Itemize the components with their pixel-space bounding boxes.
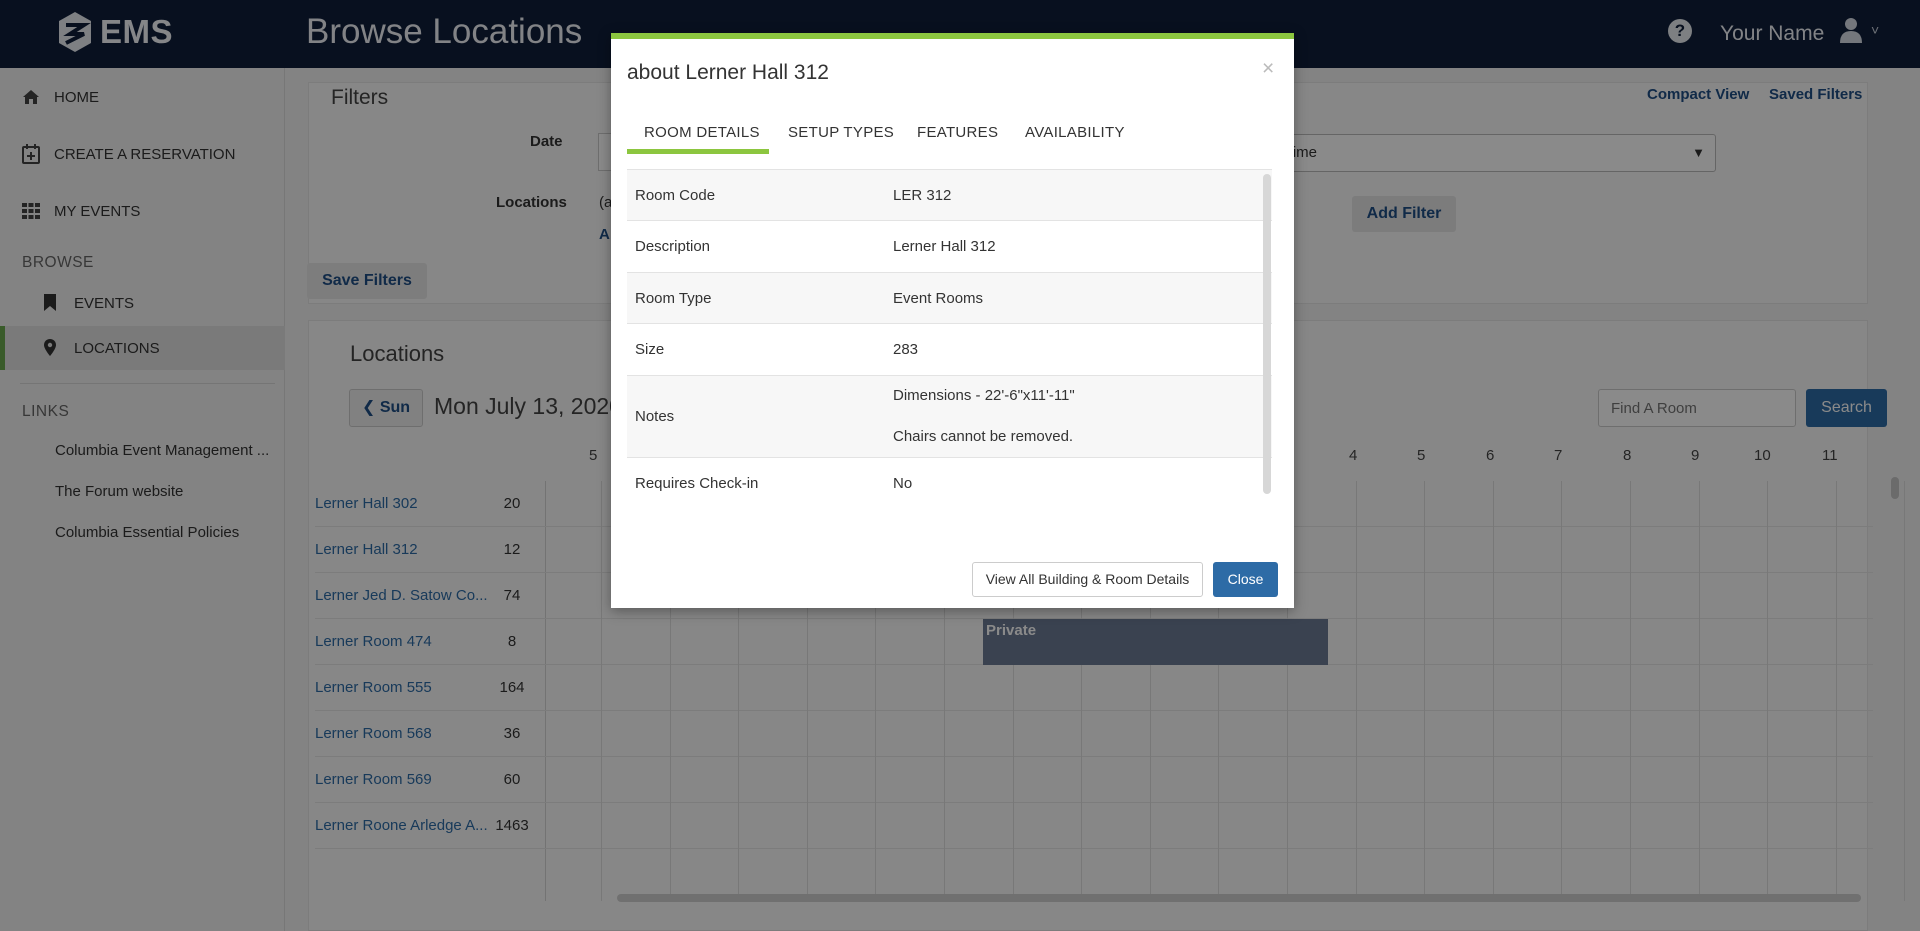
modal-title: about Lerner Hall 312 <box>627 61 829 84</box>
detail-label: Size <box>635 341 665 358</box>
detail-row-room-type: Room Type Event Rooms <box>627 273 1272 324</box>
tab-setup-types[interactable]: SETUP TYPES <box>788 112 894 154</box>
detail-row-size: Size 283 <box>627 324 1272 376</box>
detail-row-room-code: Room Code LER 312 <box>627 170 1272 221</box>
detail-value: Chairs cannot be removed. <box>893 428 1074 445</box>
view-all-details-button[interactable]: View All Building & Room Details <box>972 562 1203 597</box>
detail-value: No <box>893 475 913 492</box>
detail-label: Room Type <box>635 290 712 307</box>
close-button[interactable]: Close <box>1213 562 1278 597</box>
detail-row-requires-check-in: Requires Check-in No <box>627 458 1272 510</box>
detail-row-description: Description Lerner Hall 312 <box>627 221 1272 273</box>
room-details-modal: about Lerner Hall 312 × ROOM DETAILS SET… <box>611 33 1294 608</box>
tab-label: AVAILABILITY <box>1025 124 1125 141</box>
close-icon[interactable]: × <box>1262 57 1274 81</box>
modal-scrollbar[interactable] <box>1263 174 1271 494</box>
detail-value: Event Rooms <box>893 290 984 307</box>
tab-label: FEATURES <box>917 124 999 141</box>
detail-label: Description <box>635 238 711 255</box>
room-details-table: Room Code LER 312 Description Lerner Hal… <box>627 169 1272 510</box>
tab-room-details[interactable]: ROOM DETAILS <box>627 112 769 154</box>
detail-label: Requires Check-in <box>635 475 759 492</box>
tab-label: SETUP TYPES <box>788 124 895 141</box>
detail-value: LER 312 <box>893 187 952 204</box>
detail-label: Room Code <box>635 187 716 204</box>
tab-availability[interactable]: AVAILABILITY <box>1025 112 1125 154</box>
detail-value: Dimensions - 22'-6"x11'-11" <box>893 387 1075 404</box>
detail-value: 283 <box>893 341 919 358</box>
tab-features[interactable]: FEATURES <box>917 112 998 154</box>
detail-value: Lerner Hall 312 <box>893 238 996 255</box>
detail-row-notes: Notes Dimensions - 22'-6"x11'-11" Chairs… <box>627 376 1272 458</box>
tab-label: ROOM DETAILS <box>644 124 760 141</box>
detail-label: Notes <box>635 408 675 425</box>
